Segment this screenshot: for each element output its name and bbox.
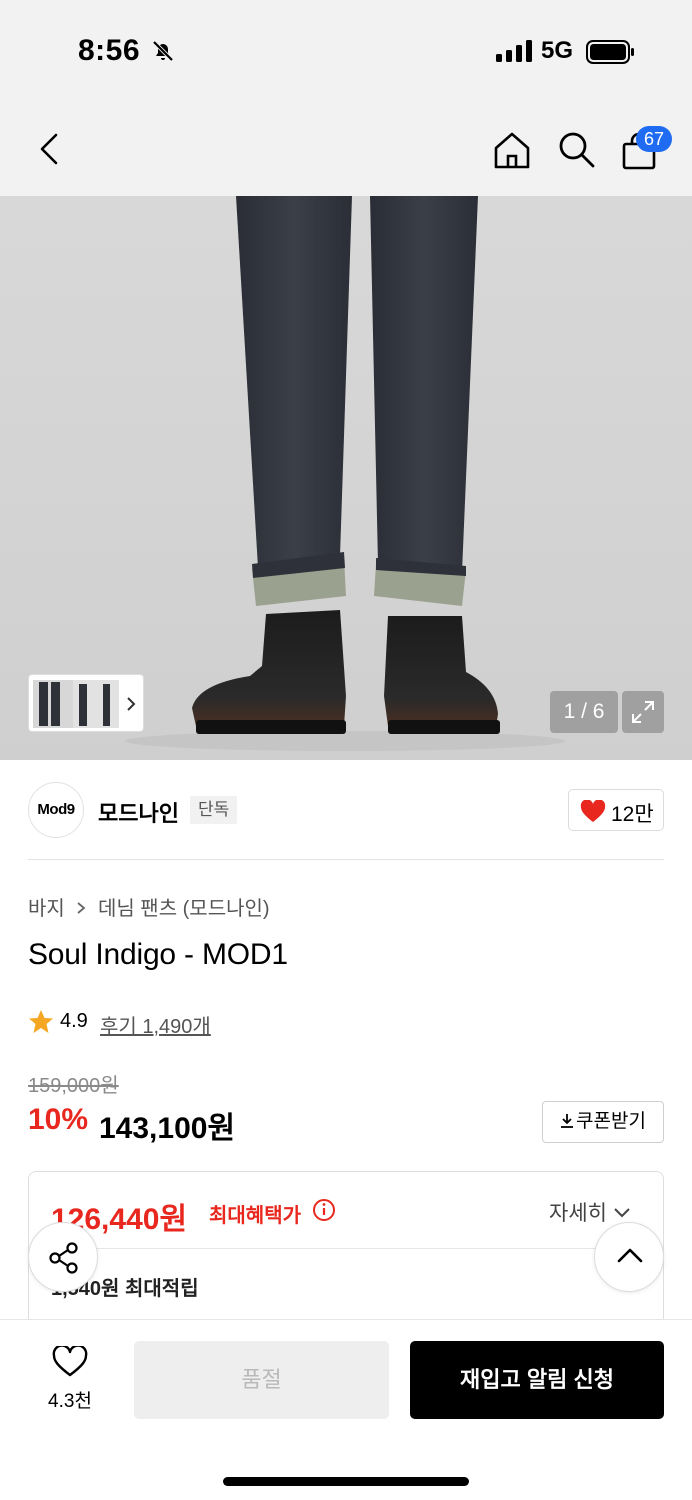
star-icon bbox=[29, 1010, 53, 1033]
divider bbox=[29, 1248, 663, 1249]
brand-name[interactable]: 모드나인 bbox=[98, 796, 179, 828]
chevron-up-icon bbox=[617, 1248, 643, 1263]
status-time: 8:56 bbox=[78, 34, 141, 67]
breadcrumb-category[interactable]: 바지 bbox=[28, 898, 65, 920]
sale-price: 143,100원 bbox=[99, 1112, 236, 1145]
divider bbox=[28, 859, 664, 860]
product-page: 8:56 5G 67 1 / 6 Mod9 모드나인 단독 12만 바지 데님 … bbox=[0, 0, 692, 1500]
soldout-button[interactable]: 품절 bbox=[134, 1341, 389, 1419]
download-icon bbox=[561, 1114, 574, 1128]
review-link[interactable]: 후기 1,490개 bbox=[100, 1010, 211, 1039]
search-icon[interactable] bbox=[557, 130, 597, 170]
benefit-detail-label: 자세히 bbox=[549, 1202, 607, 1225]
bell-muted-icon bbox=[152, 40, 174, 62]
brand-like-button[interactable]: 12만 bbox=[568, 789, 664, 831]
exclusive-tag: 단독 bbox=[190, 796, 238, 824]
product-title: Soul Indigo - MOD1 bbox=[28, 938, 288, 971]
cell-signal-icon bbox=[496, 40, 532, 62]
status-bar: 8:56 5G bbox=[0, 0, 692, 96]
battery-icon bbox=[586, 40, 634, 64]
heart-filled-icon bbox=[580, 800, 606, 822]
chevron-down-icon bbox=[614, 1208, 630, 1218]
wishlist-count: 4.3천 bbox=[48, 1391, 92, 1412]
thumbnail-strip[interactable] bbox=[28, 674, 144, 732]
max-benefit-label: 최대혜택가 bbox=[209, 1205, 301, 1227]
chevron-right-icon[interactable] bbox=[125, 696, 137, 712]
share-button[interactable] bbox=[28, 1222, 98, 1292]
top-nav bbox=[0, 96, 692, 196]
info-icon[interactable] bbox=[312, 1198, 336, 1222]
network-type: 5G bbox=[541, 37, 574, 64]
thumbnail-image[interactable] bbox=[33, 680, 119, 728]
image-counter: 1 / 6 bbox=[550, 691, 618, 733]
heart-outline-icon bbox=[52, 1346, 88, 1377]
cart-count-badge: 67 bbox=[636, 126, 672, 152]
home-icon[interactable] bbox=[492, 130, 532, 170]
original-price: 159,000원 bbox=[28, 1075, 119, 1097]
brand-logo[interactable]: Mod9 bbox=[28, 782, 84, 838]
discount-rate: 10% bbox=[28, 1103, 89, 1136]
expand-button[interactable] bbox=[622, 691, 664, 733]
home-indicator bbox=[223, 1477, 469, 1486]
restock-notify-button[interactable]: 재입고 알림 신청 bbox=[410, 1341, 664, 1419]
breadcrumb-separator-icon bbox=[76, 898, 86, 921]
coupon-label: 쿠폰받기 bbox=[576, 1111, 646, 1132]
back-chevron-icon[interactable] bbox=[36, 132, 64, 166]
scroll-top-button[interactable] bbox=[594, 1222, 664, 1292]
coupon-button[interactable]: 쿠폰받기 bbox=[542, 1101, 664, 1143]
expand-icon bbox=[632, 701, 654, 723]
share-icon bbox=[49, 1242, 78, 1274]
brand-like-count: 12만 bbox=[611, 803, 654, 826]
breadcrumb: 바지 데님 팬츠 (모드나인) bbox=[28, 892, 270, 921]
breadcrumb-subcategory[interactable]: 데님 팬츠 (모드나인) bbox=[98, 898, 270, 920]
wishlist-button[interactable]: 4.3천 bbox=[40, 1346, 100, 1416]
rating-value: 4.9 bbox=[60, 1010, 88, 1032]
